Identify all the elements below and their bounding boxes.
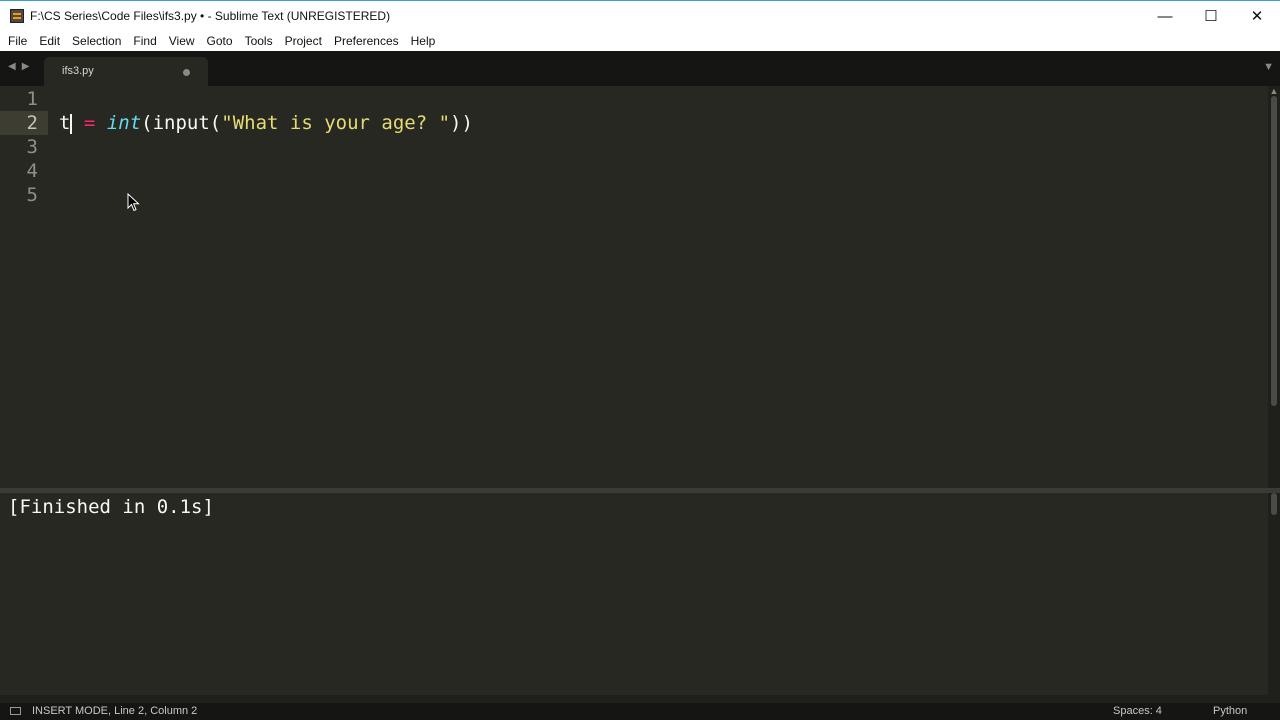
menu-find[interactable]: Find xyxy=(127,34,162,48)
forward-arrow-icon[interactable]: ▶ xyxy=(22,61,30,72)
tab-label: ifs3.py xyxy=(62,65,94,77)
code-paren: ( xyxy=(209,112,222,134)
mouse-pointer-icon xyxy=(127,193,140,212)
code-paren-close: )) xyxy=(450,112,473,134)
scrollbar-thumb[interactable] xyxy=(1271,96,1277,406)
menu-help[interactable]: Help xyxy=(405,34,442,48)
build-output-text: [Finished in 0.1s] xyxy=(8,496,214,518)
unsaved-dot-icon[interactable] xyxy=(183,69,190,76)
line-number: 5 xyxy=(26,184,38,206)
window-title: F:\CS Series\Code Files\ifs3.py • - Subl… xyxy=(30,9,391,23)
editor-scrollbar[interactable]: ▲ xyxy=(1268,86,1280,488)
menu-edit[interactable]: Edit xyxy=(33,34,66,48)
status-indentation[interactable]: Spaces: 4 xyxy=(1113,703,1162,720)
status-bar: INSERT MODE, Line 2, Column 2 Spaces: 4 … xyxy=(0,703,1280,720)
line-number-active: 2 xyxy=(0,111,48,135)
code-editor[interactable]: 1 2 3 4 5 t = int(input("What is your ag… xyxy=(0,86,1268,488)
close-button[interactable]: ✕ xyxy=(1234,1,1280,31)
build-output-panel: [Finished in 0.1s] xyxy=(0,493,1268,695)
menu-bar: File Edit Selection Find View Goto Tools… xyxy=(0,31,1280,51)
title-bar: F:\CS Series\Code Files\ifs3.py • - Subl… xyxy=(0,0,1280,31)
menu-selection[interactable]: Selection xyxy=(66,34,127,48)
code-operator: = xyxy=(83,112,96,134)
code-line-2[interactable]: t = int(input("What is your age? ")) xyxy=(59,111,473,135)
code-paren: ( xyxy=(141,112,153,134)
line-number: 4 xyxy=(26,160,38,182)
menu-tools[interactable]: Tools xyxy=(239,34,279,48)
window-controls: — ☐ ✕ xyxy=(1142,1,1280,31)
menu-goto[interactable]: Goto xyxy=(201,34,239,48)
tab-bar: ◀ ▶ ifs3.py ▼ xyxy=(0,51,1280,86)
code-variable: t xyxy=(59,112,71,134)
maximize-button[interactable]: ☐ xyxy=(1188,1,1234,31)
menu-view[interactable]: View xyxy=(163,34,201,48)
scroll-up-icon[interactable]: ▲ xyxy=(1268,86,1280,96)
menu-project[interactable]: Project xyxy=(279,34,328,48)
menu-preferences[interactable]: Preferences xyxy=(328,34,405,48)
menu-file[interactable]: File xyxy=(0,34,33,48)
line-number: 1 xyxy=(26,88,38,110)
status-mode: INSERT MODE, Line 2, Column 2 xyxy=(32,705,198,717)
code-function-int: int xyxy=(106,112,142,134)
back-arrow-icon[interactable]: ◀ xyxy=(8,61,16,72)
output-scrollbar[interactable] xyxy=(1268,493,1280,695)
tab-navigation: ◀ ▶ xyxy=(8,61,29,72)
code-function-input: input xyxy=(152,112,210,134)
minimize-button[interactable]: — xyxy=(1142,1,1188,31)
text-caret xyxy=(70,113,73,134)
status-gap xyxy=(0,695,1280,703)
sublime-text-icon xyxy=(10,9,24,23)
line-number: 3 xyxy=(26,136,38,158)
status-syntax[interactable]: Python xyxy=(1213,703,1247,720)
code-string: "What is your age? " xyxy=(221,112,451,134)
output-scrollbar-thumb[interactable] xyxy=(1271,493,1277,515)
tab-overflow-icon[interactable]: ▼ xyxy=(1263,61,1274,73)
tab-ifs3-py[interactable]: ifs3.py xyxy=(44,57,208,86)
panel-toggle-icon[interactable] xyxy=(10,707,21,715)
